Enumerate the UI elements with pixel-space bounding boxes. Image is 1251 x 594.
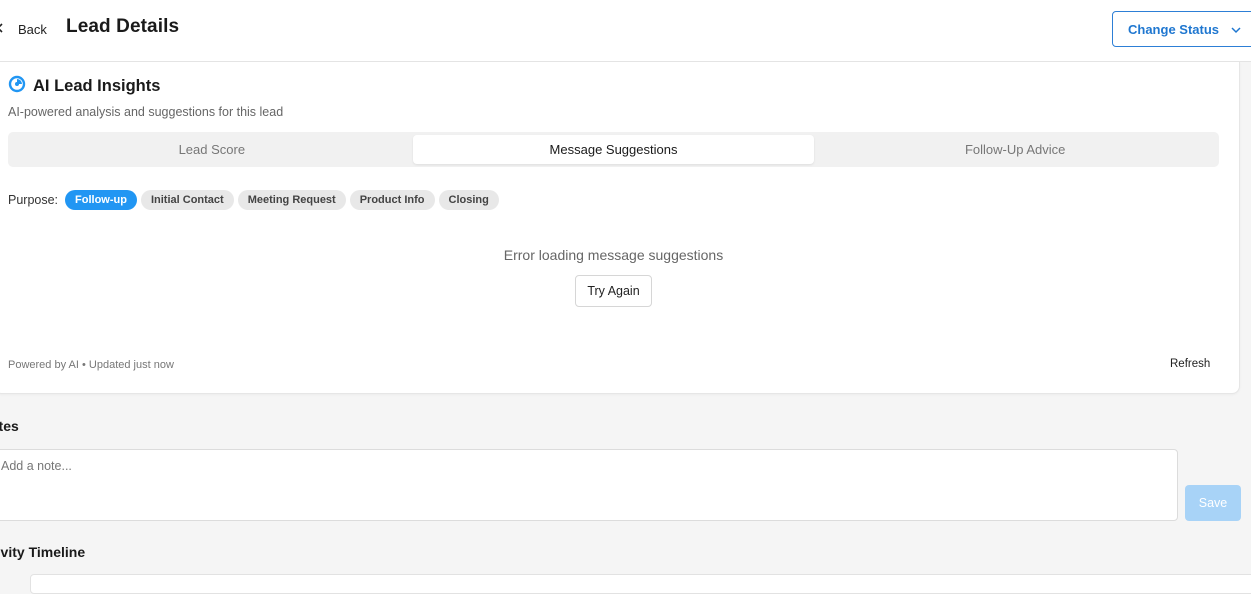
back-label: Back <box>18 21 47 37</box>
insights-tabs: Lead Score Message Suggestions Follow-Up… <box>8 132 1219 167</box>
insights-subtitle: AI-powered analysis and suggestions for … <box>8 105 284 119</box>
purpose-chip-meeting-request[interactable]: Meeting Request <box>237 190 346 210</box>
purpose-chip-product-info[interactable]: Product Info <box>349 190 435 210</box>
change-status-button[interactable]: Change Status <box>1112 11 1251 47</box>
tab-lead-score[interactable]: Lead Score <box>11 135 413 164</box>
purpose-chip-follow-up[interactable]: Follow-up <box>65 190 137 210</box>
purpose-label: Purpose: <box>8 193 59 207</box>
chevron-down-icon <box>1231 22 1241 37</box>
tab-message-suggestions[interactable]: Message Suggestions <box>412 135 815 164</box>
tab-follow-up-advice[interactable]: Follow-Up Advice <box>814 135 1216 164</box>
insights-heading: AI Lead Insights <box>8 75 160 98</box>
note-input[interactable] <box>0 449 1178 521</box>
error-message: Error loading message suggestions <box>503 247 724 263</box>
page-header: Back Lead Details Change Status <box>0 0 1251 62</box>
save-note-button[interactable]: Save <box>1185 485 1241 521</box>
refresh-button[interactable]: Refresh <box>1170 358 1210 370</box>
chevron-left-icon <box>0 22 8 37</box>
purpose-chip-initial-contact[interactable]: Initial Contact <box>140 190 234 210</box>
notes-heading: otes <box>0 418 19 434</box>
activity-timeline-heading: tivity Timeline <box>0 544 86 560</box>
purpose-filter: Purpose: Follow-up Initial Contact Meeti… <box>8 190 499 210</box>
ai-insights-icon <box>8 75 26 98</box>
ai-insights-card: AI Lead Insights AI-powered analysis and… <box>0 62 1240 394</box>
insights-title: AI Lead Insights <box>33 77 161 95</box>
page-title: Lead Details <box>66 16 180 37</box>
activity-timeline-list <box>30 574 1251 594</box>
insights-footer-text: Powered by AI • Updated just now <box>8 359 174 371</box>
back-button[interactable]: Back <box>0 18 47 40</box>
purpose-chip-closing[interactable]: Closing <box>438 190 499 210</box>
change-status-label: Change Status <box>1128 21 1220 37</box>
try-again-button[interactable]: Try Again <box>575 275 652 307</box>
